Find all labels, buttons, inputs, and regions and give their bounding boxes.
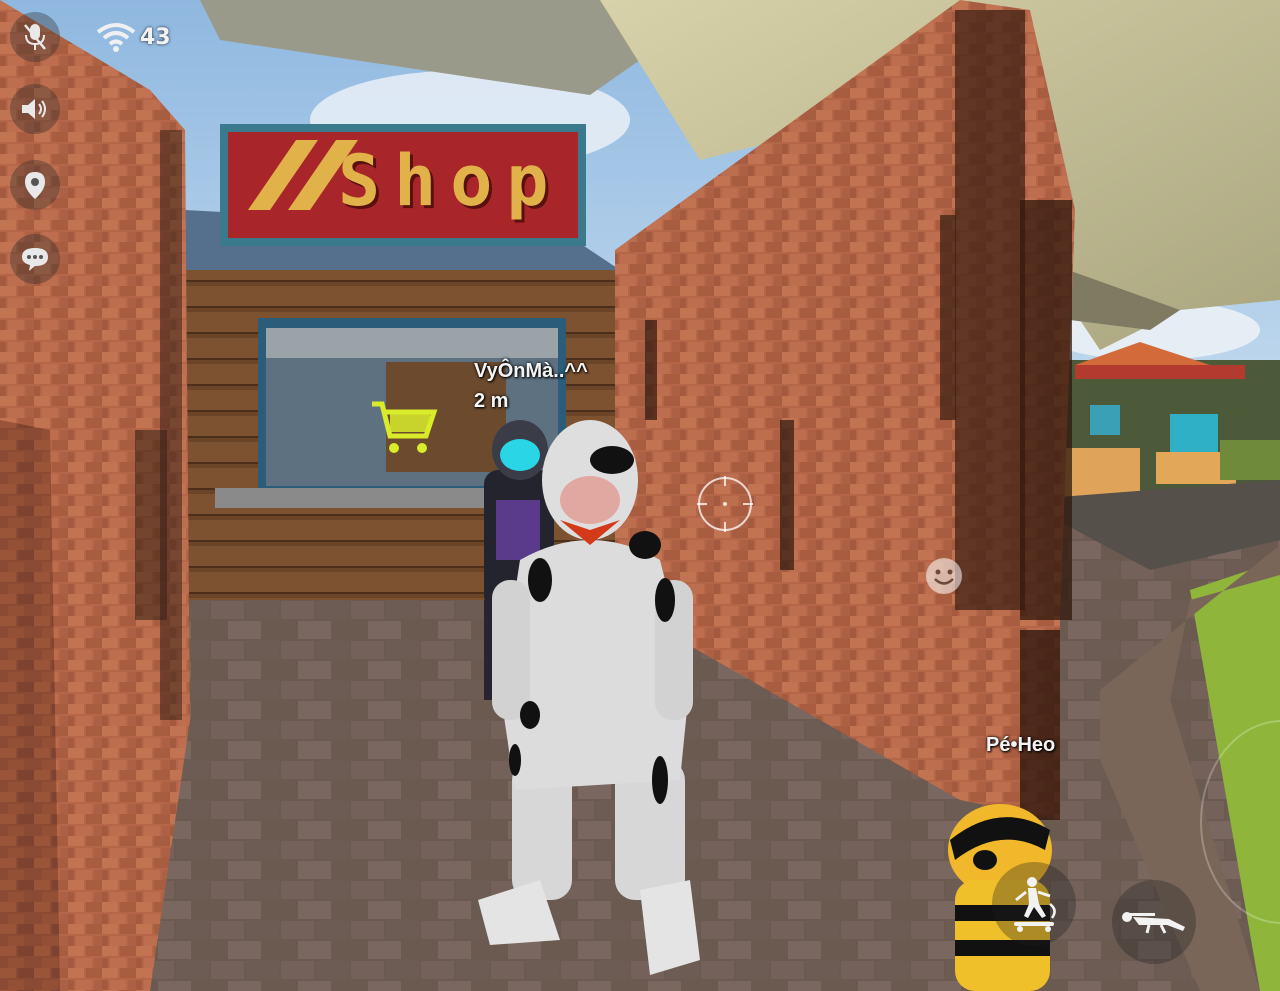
location-pin-icon xyxy=(25,172,45,199)
ping-value: 43 xyxy=(140,24,171,50)
prone-icon xyxy=(1122,912,1185,934)
chat-button[interactable] xyxy=(10,234,60,284)
player-distance: 2 m xyxy=(474,390,509,412)
smiley-icon[interactable] xyxy=(922,554,966,598)
player-name-tag: VyÔnMà..^^ xyxy=(474,360,588,382)
game-viewport[interactable]: Shop 43 VyÔnMà..^^ 2 m Pé•Heo xyxy=(0,0,1280,991)
shop-sign-text: Shop xyxy=(338,140,563,222)
skateboard-button[interactable] xyxy=(992,862,1076,946)
mic-muted-icon xyxy=(24,24,46,50)
teammate-name-tag: Pé•Heo xyxy=(986,734,1056,756)
speaker-button[interactable] xyxy=(10,84,60,134)
network-status: 43 xyxy=(96,22,171,52)
prone-button[interactable] xyxy=(1112,880,1196,964)
speaker-icon xyxy=(22,99,46,119)
game-scene xyxy=(0,0,1280,991)
chat-bubble-icon xyxy=(22,248,48,271)
location-button[interactable] xyxy=(10,160,60,210)
skateboard-icon xyxy=(1014,877,1056,932)
mic-muted-button[interactable] xyxy=(10,12,60,62)
wifi-icon xyxy=(96,23,136,52)
crosshair-icon xyxy=(697,476,753,532)
